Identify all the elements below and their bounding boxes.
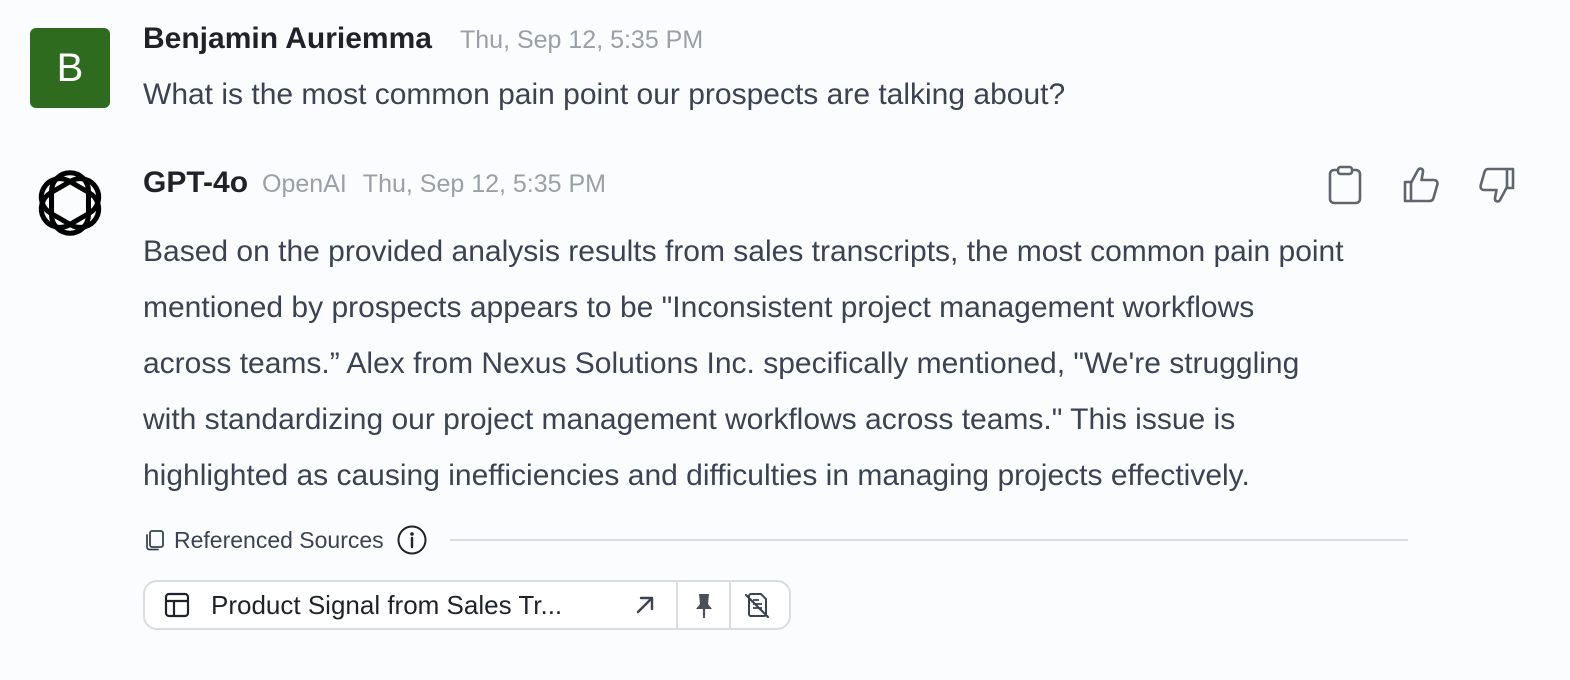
copy-button[interactable] [1320, 160, 1370, 210]
message-line: mentioned by prospects appears to be "In… [143, 291, 1255, 324]
message-line: across teams.” Alex from Nexus Solutions… [143, 347, 1300, 380]
user-message-header: Benjamin Auriemma Thu, Sep 12, 5:35 PM [143, 22, 703, 56]
thumbs-up-icon [1403, 167, 1439, 203]
thumbs-down-button[interactable] [1472, 160, 1522, 210]
source-title: Product Signal from Sales Tr... [211, 589, 563, 620]
source-chip: Product Signal from Sales Tr... [143, 580, 791, 630]
documents-icon [146, 530, 164, 551]
thumbs-down-icon [1479, 167, 1515, 203]
model-vendor: OpenAI [262, 170, 347, 198]
openai-logo-icon [38, 170, 102, 236]
user-avatar-letter: B [56, 45, 84, 90]
clipboard-icon [1328, 165, 1362, 205]
assistant-message: GPT-4o OpenAI Thu, Sep 12, 5:35 PM Based… [0, 140, 1570, 680]
referenced-sources-header: Referenced Sources [143, 521, 1408, 559]
referenced-sources-label: Referenced Sources [174, 526, 384, 553]
assistant-message-text: Based on the provided analysis results f… [143, 224, 1463, 504]
table-icon [164, 592, 190, 618]
user-message: B Benjamin Auriemma Thu, Sep 12, 5:35 PM… [0, 0, 1570, 130]
arrow-up-right-icon[interactable] [632, 592, 658, 618]
pin-icon [695, 594, 712, 619]
user-name: Benjamin Auriemma [143, 22, 432, 55]
divider [449, 539, 1408, 541]
assistant-message-timestamp: Thu, Sep 12, 5:35 PM [362, 170, 606, 198]
message-line: with standardizing our project managemen… [143, 403, 1236, 436]
user-avatar: B [30, 28, 110, 108]
source-chip-main[interactable]: Product Signal from Sales Tr... [145, 582, 676, 628]
info-icon[interactable] [396, 524, 428, 556]
pin-button[interactable] [676, 582, 729, 628]
remove-document-icon [744, 593, 769, 619]
remove-source-button[interactable] [729, 582, 782, 628]
model-name: GPT-4o [143, 166, 249, 199]
message-line: Based on the provided analysis results f… [143, 235, 1344, 268]
assistant-message-header: GPT-4o OpenAI Thu, Sep 12, 5:35 PM [143, 166, 606, 200]
message-line: highlighted as causing inefficiencies an… [143, 459, 1250, 492]
thumbs-up-button[interactable] [1396, 160, 1446, 210]
user-message-timestamp: Thu, Sep 12, 5:35 PM [459, 26, 704, 54]
message-actions [1320, 160, 1522, 210]
user-message-text: What is the most common pain point our p… [143, 78, 1066, 111]
